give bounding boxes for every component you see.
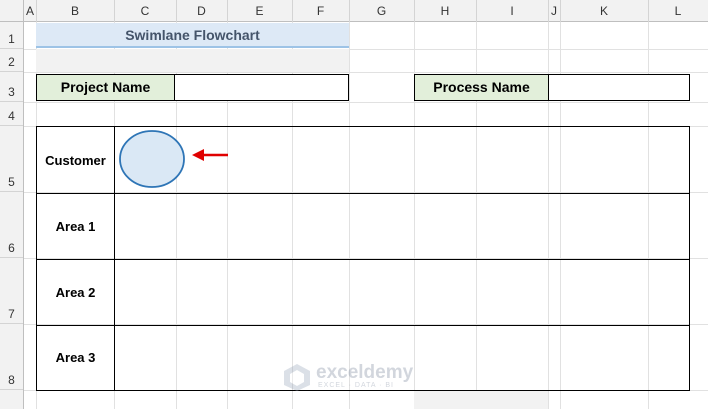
lane-label-customer: Customer [37, 127, 115, 193]
exceldemy-logo-icon [284, 364, 310, 391]
lane-label-area-2: Area 2 [37, 259, 115, 325]
row-header-3[interactable]: 3 [0, 72, 23, 102]
project-name-label[interactable]: Project Name [36, 74, 175, 101]
column-header-f[interactable]: F [292, 0, 350, 22]
process-name-label[interactable]: Process Name [414, 74, 549, 101]
title-underfill [36, 49, 349, 72]
row-header-8[interactable]: 8 [0, 324, 23, 390]
lane-area-2[interactable]: Area 2 [37, 259, 689, 326]
column-header-b[interactable]: B [36, 0, 115, 22]
column-header-h[interactable]: H [414, 0, 477, 22]
column-header-k[interactable]: K [560, 0, 649, 22]
column-header-c[interactable]: C [114, 0, 177, 22]
project-name-cell[interactable] [174, 74, 349, 101]
start-ellipse-shape[interactable] [118, 128, 188, 190]
sheet-title[interactable]: Swimlane Flowchart [36, 23, 349, 48]
lane-area-1[interactable]: Area 1 [37, 193, 689, 260]
column-header-l[interactable]: L [648, 0, 708, 22]
row-header-6[interactable]: 6 [0, 192, 23, 258]
column-header-e[interactable]: E [227, 0, 293, 22]
row-header-bar: 1 2 3 4 5 6 7 8 [0, 22, 24, 409]
column-header-d[interactable]: D [176, 0, 228, 22]
select-all-corner[interactable] [0, 0, 24, 22]
row-header-4[interactable]: 4 [0, 102, 23, 126]
row-header-2[interactable]: 2 [0, 49, 23, 72]
row-header-1[interactable]: 1 [0, 22, 23, 49]
column-header-i[interactable]: I [476, 0, 549, 22]
watermark-tagline: EXCEL · DATA · BI [318, 382, 394, 389]
cell-fill [414, 391, 548, 409]
row-header-7[interactable]: 7 [0, 258, 23, 324]
watermark-name: exceldemy [316, 362, 414, 383]
exceldemy-watermark: exceldemy EXCEL · DATA · BI [282, 360, 432, 391]
lane-label-area-1: Area 1 [37, 193, 115, 259]
lane-label-area-3: Area 3 [37, 325, 115, 390]
red-arrow-icon [192, 149, 228, 161]
column-header-bar: A B C D E F G H I J K L [0, 0, 708, 22]
column-header-g[interactable]: G [349, 0, 415, 22]
process-name-cell[interactable] [548, 74, 690, 101]
row-header-5[interactable]: 5 [0, 126, 23, 192]
